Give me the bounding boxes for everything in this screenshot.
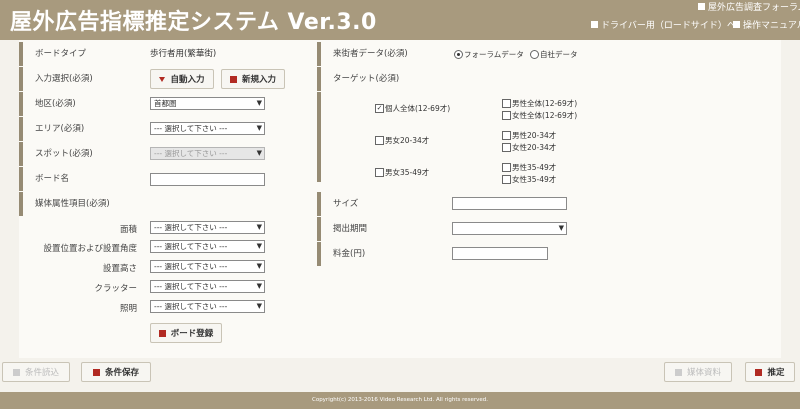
attr-position-label: 設置位置および設置角度 (43, 244, 137, 254)
new-input-button[interactable]: 新規入力 (221, 69, 285, 89)
cb-female-35-49[interactable] (502, 175, 511, 184)
attr-lighting-label: 照明 (119, 304, 137, 314)
board-type-label: ボードタイプ (35, 49, 87, 59)
chevron-down-icon: ▼ (256, 99, 262, 107)
area-select[interactable]: --- 選択して下さい --- ▼ (150, 122, 265, 135)
board-name-input[interactable] (150, 173, 265, 186)
fee-label: 料金(円) (333, 249, 366, 259)
chevron-down-icon: ▼ (256, 223, 262, 231)
cb-female-20-34-label: 女性20-34才 (512, 143, 557, 152)
attr-lighting-select[interactable]: --- 選択して下さい --- ▼ (150, 300, 265, 313)
input-select-label: 入力選択(必須) (35, 74, 93, 84)
cb-female-20-34[interactable] (502, 143, 511, 152)
attr-area-select[interactable]: --- 選択して下さい --- ▼ (150, 221, 265, 234)
chevron-down-icon: ▼ (256, 149, 262, 157)
cb-male-35-49-label: 男性35-49才 (512, 163, 557, 172)
region-label: 地区(必須) (35, 99, 76, 109)
forum-data-radio[interactable] (454, 50, 463, 59)
save-icon (755, 368, 763, 376)
spot-select[interactable]: --- 選択して下さい --- ▼ (150, 147, 265, 160)
media-data-button[interactable]: 媒体資料 (664, 362, 732, 382)
traffic-data-label: 来街者データ(必須) (333, 49, 408, 59)
attr-area-label: 面積 (119, 225, 137, 235)
label-bar (19, 42, 23, 66)
spot-label: スポット(必須) (35, 149, 93, 159)
main-panel: ボードタイプ 歩行者用(繁華街) 入力選択(必須) 自動入力 新規入力 地区(必… (19, 40, 781, 358)
own-data-radio[interactable] (530, 50, 539, 59)
attr-height-label: 設置高さ (102, 264, 137, 274)
manual-link[interactable]: 操作マニュアル (733, 18, 800, 31)
cb-female-35-49-label: 女性35-49才 (512, 175, 557, 184)
label-bar (317, 42, 321, 66)
caret-down-icon (159, 76, 166, 82)
label-bar (317, 67, 321, 91)
footer: Copyright(c) 2013-2016 Video Research Lt… (0, 392, 800, 409)
cb-all-12-69[interactable]: ✓ (375, 104, 384, 113)
folder-icon (674, 368, 682, 376)
period-select[interactable]: ▼ (452, 222, 567, 235)
driver-link[interactable]: ドライバー用（ロードサイド）へ (591, 18, 736, 31)
area-label: エリア(必須) (35, 124, 85, 134)
attr-clutter-select[interactable]: --- 選択して下さい --- ▼ (150, 280, 265, 293)
attr-clutter-label: クラッター (94, 284, 137, 294)
cb-all-12-69-label: 個人全体(12-69才) (385, 104, 451, 113)
chevron-down-icon: ▼ (256, 242, 262, 250)
period-label: 掲出期間 (333, 224, 368, 234)
label-bar (317, 217, 321, 241)
cb-male-20-34[interactable] (502, 131, 511, 140)
chevron-down-icon: ▼ (256, 262, 262, 270)
target-label: ターゲット(必須) (333, 74, 400, 84)
cb-male-20-34-label: 男性20-34才 (512, 131, 557, 140)
chevron-down-icon: ▼ (256, 302, 262, 310)
estimate-button[interactable]: 推定 (745, 362, 795, 382)
board-register-button[interactable]: ボード登録 (150, 323, 222, 343)
cb-male-35-49[interactable] (502, 163, 511, 172)
chevron-down-icon: ▼ (256, 282, 262, 290)
cb-all-20-34[interactable] (375, 136, 384, 145)
save-conditions-button[interactable]: 条件保存 (81, 362, 151, 382)
save-icon (92, 368, 100, 376)
attr-position-select[interactable]: --- 選択して下さい --- ▼ (150, 240, 265, 253)
fee-input[interactable] (452, 247, 548, 260)
label-bar (317, 242, 321, 266)
attr-height-select[interactable]: --- 選択して下さい --- ▼ (150, 260, 265, 273)
cb-all-20-34-label: 男女20-34才 (385, 136, 430, 145)
doc-icon (698, 3, 705, 10)
doc-icon (733, 21, 740, 28)
size-input[interactable] (452, 197, 567, 210)
cb-male-12-69-label: 男性全体(12-69才) (512, 99, 578, 108)
chevron-down-icon: ▼ (256, 124, 262, 132)
load-conditions-button[interactable]: 条件読込 (2, 362, 70, 382)
folder-icon (12, 368, 20, 376)
label-bar (19, 117, 23, 141)
app-title: 屋外広告指標推定システム Ver.3.0 (10, 10, 377, 35)
cb-female-12-69-label: 女性全体(12-69才) (512, 111, 578, 120)
copyright-text: Copyright(c) 2013-2016 Video Research Lt… (311, 397, 489, 403)
save-icon (158, 329, 166, 337)
own-data-label: 自社データ (540, 50, 578, 59)
cb-male-12-69[interactable] (502, 99, 511, 108)
label-bar (19, 92, 23, 116)
app-header: 屋外広告指標推定システム Ver.3.0 屋外広告調査フォーラム ドライバー用（… (0, 0, 800, 40)
size-label: サイズ (333, 199, 359, 209)
forum-link[interactable]: 屋外広告調査フォーラム (698, 0, 800, 13)
region-select[interactable]: 首都圏 ▼ (150, 97, 265, 110)
forum-data-label: フォーラムデータ (464, 50, 524, 59)
auto-input-button[interactable]: 自動入力 (150, 69, 214, 89)
label-bar (19, 67, 23, 91)
cb-all-35-49-label: 男女35-49才 (385, 168, 430, 177)
label-bar (19, 167, 23, 191)
cb-all-35-49[interactable] (375, 168, 384, 177)
label-bar (317, 192, 321, 216)
label-bar (317, 92, 321, 182)
doc-icon (591, 21, 598, 28)
board-name-label: ボード名 (35, 174, 70, 184)
label-bar (19, 142, 23, 166)
media-attrs-label: 媒体属性項目(必須) (35, 199, 110, 209)
cb-female-12-69[interactable] (502, 111, 511, 120)
chevron-down-icon: ▼ (558, 224, 564, 232)
label-bar (19, 192, 23, 216)
board-type-value: 歩行者用(繁華街) (150, 49, 217, 59)
save-icon (229, 75, 237, 83)
